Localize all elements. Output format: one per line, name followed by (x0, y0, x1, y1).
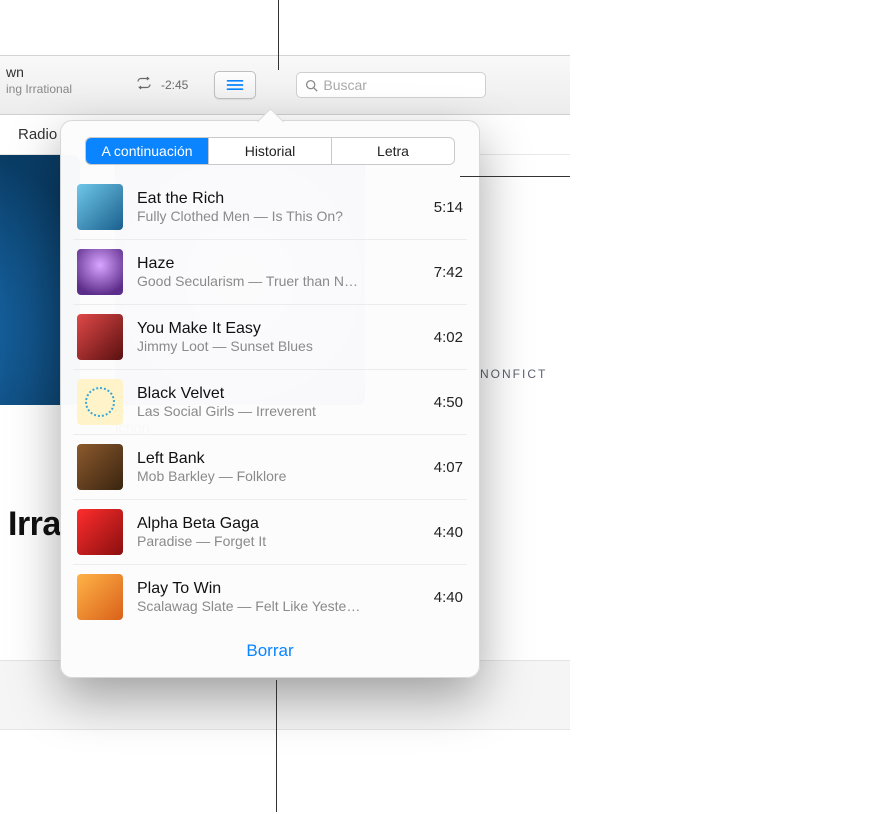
track-duration: 4:40 (434, 524, 463, 541)
track-duration: 5:14 (434, 199, 463, 216)
nav-item-radio[interactable]: Radio (8, 118, 67, 151)
track-duration: 4:40 (434, 589, 463, 606)
track-artist-album: Las Social Girls — Irreverent (137, 403, 422, 419)
track-thumbnail (77, 249, 123, 295)
time-remaining: -2:45 (161, 78, 188, 92)
callout-line (278, 0, 279, 70)
track-thumbnail (77, 509, 123, 555)
track-text: Left BankMob Barkley — Folklore (137, 450, 422, 484)
track-artist-album: Good Secularism — Truer than N… (137, 273, 422, 289)
track-text: Play To WinScalawag Slate — Felt Like Ye… (137, 580, 422, 614)
track-artist-album: Jimmy Loot — Sunset Blues (137, 338, 422, 354)
callout-line (460, 176, 570, 177)
now-playing-subtitle: ing Irrational (6, 82, 129, 96)
up-next-popover: A continuaciónHistorialLetra Eat the Ric… (60, 120, 480, 678)
queue-row[interactable]: Play To WinScalawag Slate — Felt Like Ye… (73, 565, 467, 629)
queue-row[interactable]: Eat the RichFully Clothed Men — Is This … (73, 175, 467, 240)
search-placeholder: Buscar (323, 77, 367, 93)
queue-list: Eat the RichFully Clothed Men — Is This … (73, 175, 467, 629)
track-thumbnail (77, 184, 123, 230)
track-artist-album: Fully Clothed Men — Is This On? (137, 208, 422, 224)
queue-row[interactable]: HazeGood Secularism — Truer than N… 7:42 (73, 240, 467, 305)
now-playing-display: wn ing Irrational (0, 60, 135, 110)
tab-history[interactable]: Historial (209, 138, 332, 164)
track-text: Black VelvetLas Social Girls — Irreveren… (137, 385, 422, 419)
track-text: Eat the RichFully Clothed Men — Is This … (137, 190, 422, 224)
track-title: You Make It Easy (137, 320, 422, 338)
track-duration: 4:02 (434, 329, 463, 346)
queue-row[interactable]: Alpha Beta GagaParadise — Forget It 4:40 (73, 500, 467, 565)
track-duration: 4:07 (434, 459, 463, 476)
search-input[interactable]: Buscar (296, 72, 486, 98)
track-thumbnail (77, 574, 123, 620)
blank-area (0, 730, 570, 814)
repeat-icon[interactable] (135, 76, 153, 95)
queue-row[interactable]: Black VelvetLas Social Girls — Irreveren… (73, 370, 467, 435)
track-duration: 4:50 (434, 394, 463, 411)
callout-line (276, 680, 277, 812)
track-text: HazeGood Secularism — Truer than N… (137, 255, 422, 289)
track-thumbnail (77, 444, 123, 490)
track-title: Alpha Beta Gaga (137, 515, 422, 533)
section-heading: Irra (8, 505, 61, 544)
track-artist-album: Mob Barkley — Folklore (137, 468, 422, 484)
queue-row[interactable]: Left BankMob Barkley — Folklore 4:07 (73, 435, 467, 500)
track-duration: 7:42 (434, 264, 463, 281)
queue-row[interactable]: You Make It EasyJimmy Loot — Sunset Blue… (73, 305, 467, 370)
track-title: Play To Win (137, 580, 422, 598)
search-wrap: Buscar (296, 72, 570, 98)
track-thumbnail (77, 314, 123, 360)
now-playing-title: wn (6, 64, 129, 80)
album-overlay-text: NONFICT (480, 367, 547, 381)
track-artist-album: Paradise — Forget It (137, 533, 422, 549)
up-next-button[interactable] (214, 71, 256, 99)
track-title: Left Bank (137, 450, 422, 468)
clear-button[interactable]: Borrar (73, 629, 467, 665)
playback-controls: -2:45 (135, 76, 196, 95)
toolbar: wn ing Irrational -2:45 Buscar (0, 55, 570, 115)
track-title: Black Velvet (137, 385, 422, 403)
track-text: You Make It EasyJimmy Loot — Sunset Blue… (137, 320, 422, 354)
track-title: Haze (137, 255, 422, 273)
tab-lyrics[interactable]: Letra (332, 138, 454, 164)
tab-up-next[interactable]: A continuación (86, 138, 209, 164)
search-icon (305, 79, 318, 92)
track-thumbnail (77, 379, 123, 425)
track-title: Eat the Rich (137, 190, 422, 208)
track-text: Alpha Beta GagaParadise — Forget It (137, 515, 422, 549)
segmented-control: A continuaciónHistorialLetra (85, 137, 455, 165)
track-artist-album: Scalawag Slate — Felt Like Yeste… (137, 598, 422, 614)
